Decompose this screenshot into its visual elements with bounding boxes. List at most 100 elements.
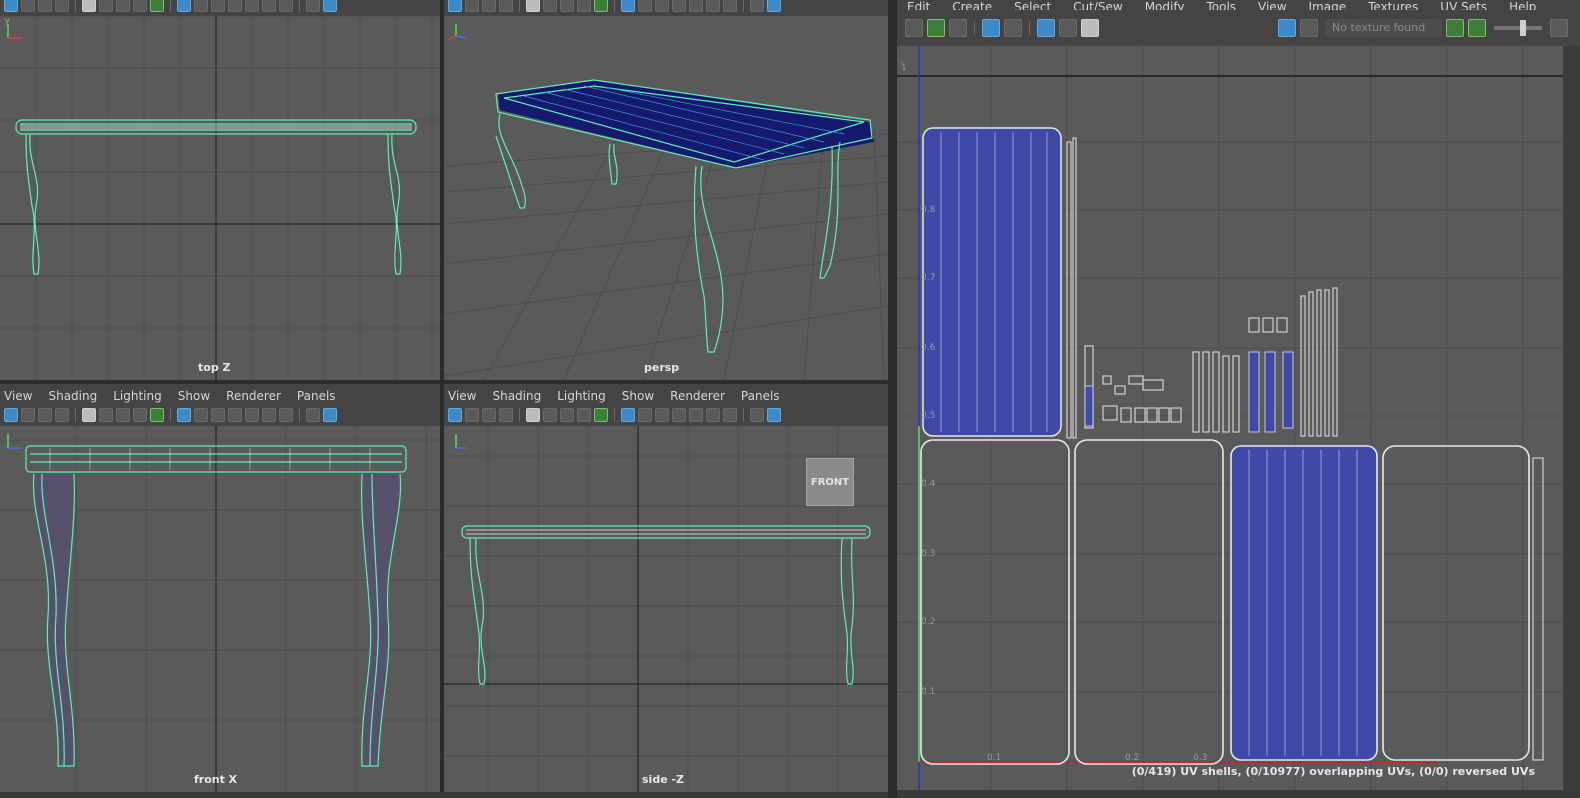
paint-select-icon[interactable] bbox=[482, 0, 496, 12]
pencil-icon[interactable] bbox=[150, 0, 164, 12]
field-chart-icon[interactable] bbox=[245, 0, 259, 12]
grid-icon[interactable] bbox=[621, 408, 635, 422]
menu-view[interactable]: View bbox=[4, 389, 32, 403]
uv-image-display-icon[interactable] bbox=[1278, 19, 1296, 37]
move-icon[interactable] bbox=[499, 408, 513, 422]
uv-checkered-icon[interactable] bbox=[1300, 19, 1318, 37]
gate-mask-icon[interactable] bbox=[228, 0, 242, 12]
wireframe-icon[interactable] bbox=[750, 408, 764, 422]
camera-icon[interactable] bbox=[82, 0, 96, 12]
gate-mask-icon[interactable] bbox=[228, 408, 242, 422]
lasso-icon[interactable] bbox=[21, 408, 35, 422]
safe-action-icon[interactable] bbox=[706, 0, 720, 12]
safe-action-icon[interactable] bbox=[262, 0, 276, 12]
menu-panels[interactable]: Panels bbox=[297, 389, 336, 403]
bookmark-icon[interactable] bbox=[560, 0, 574, 12]
uv-pixel-snap-icon[interactable] bbox=[1037, 19, 1055, 37]
bookmark-icon[interactable] bbox=[560, 408, 574, 422]
uv-expand-icon[interactable] bbox=[1550, 19, 1568, 37]
menu-shading[interactable]: Shading bbox=[48, 389, 97, 403]
safe-action-icon[interactable] bbox=[706, 408, 720, 422]
lasso-icon[interactable] bbox=[465, 408, 479, 422]
safe-action-icon[interactable] bbox=[262, 408, 276, 422]
shaded-icon[interactable] bbox=[767, 408, 781, 422]
menu-shading[interactable]: Shading bbox=[492, 389, 541, 403]
camera-attr-icon[interactable] bbox=[543, 408, 557, 422]
safe-title-icon[interactable] bbox=[279, 408, 293, 422]
bookmark-icon[interactable] bbox=[116, 0, 130, 12]
uv-editor-scrollbar[interactable] bbox=[1563, 46, 1580, 790]
pencil-icon[interactable] bbox=[150, 408, 164, 422]
viewport-front[interactable]: front X bbox=[0, 426, 440, 792]
editor-splitter[interactable] bbox=[888, 0, 897, 798]
uv-distortion-icon[interactable] bbox=[949, 19, 967, 37]
menu-view[interactable]: View bbox=[448, 389, 476, 403]
menu-lighting[interactable]: Lighting bbox=[113, 389, 162, 403]
viewport-side[interactable]: FRONT side -Z bbox=[444, 426, 888, 792]
uv-brightness-slider[interactable] bbox=[1494, 20, 1542, 36]
shaded-icon[interactable] bbox=[323, 408, 337, 422]
menu-panels[interactable]: Panels bbox=[741, 389, 780, 403]
select-icon[interactable] bbox=[4, 0, 18, 12]
image-plane-icon[interactable] bbox=[133, 0, 147, 12]
menu-renderer[interactable]: Renderer bbox=[670, 389, 725, 403]
uv-grid-icon[interactable] bbox=[905, 19, 923, 37]
grid-icon[interactable] bbox=[177, 408, 191, 422]
paint-select-icon[interactable] bbox=[38, 0, 52, 12]
lasso-icon[interactable] bbox=[465, 0, 479, 12]
menu-show[interactable]: Show bbox=[622, 389, 654, 403]
uv-editor-canvas[interactable]: 1 0.8 0.7 0.6 0.5 0.4 0.3 0.2 0.1 0.1 0.… bbox=[897, 46, 1563, 790]
viewport-top[interactable]: y top Z bbox=[0, 16, 440, 380]
lasso-icon[interactable] bbox=[21, 0, 35, 12]
safe-title-icon[interactable] bbox=[723, 0, 737, 12]
menu-renderer[interactable]: Renderer bbox=[226, 389, 281, 403]
resolution-gate-icon[interactable] bbox=[655, 408, 669, 422]
film-gate-icon[interactable] bbox=[194, 408, 208, 422]
field-chart-icon[interactable] bbox=[689, 408, 703, 422]
field-chart-icon[interactable] bbox=[245, 408, 259, 422]
wireframe-icon[interactable] bbox=[306, 0, 320, 12]
paint-select-icon[interactable] bbox=[482, 408, 496, 422]
wireframe-icon[interactable] bbox=[750, 0, 764, 12]
grid-icon[interactable] bbox=[621, 0, 635, 12]
grid-icon[interactable] bbox=[177, 0, 191, 12]
bookmark-icon[interactable] bbox=[116, 408, 130, 422]
move-icon[interactable] bbox=[55, 0, 69, 12]
shaded-icon[interactable] bbox=[323, 0, 337, 12]
pencil-icon[interactable] bbox=[594, 0, 608, 12]
field-chart-icon[interactable] bbox=[689, 0, 703, 12]
select-icon[interactable] bbox=[4, 408, 18, 422]
resolution-gate-icon[interactable] bbox=[655, 0, 669, 12]
viewcube[interactable]: FRONT bbox=[806, 458, 854, 506]
gate-mask-icon[interactable] bbox=[672, 0, 686, 12]
camera-attr-icon[interactable] bbox=[99, 408, 113, 422]
film-gate-icon[interactable] bbox=[638, 0, 652, 12]
image-plane-icon[interactable] bbox=[577, 408, 591, 422]
uv-checker-icon[interactable] bbox=[1004, 19, 1022, 37]
uv-refresh-icon[interactable] bbox=[1446, 19, 1464, 37]
uv-snapshot-icon[interactable] bbox=[1081, 19, 1099, 37]
menu-show[interactable]: Show bbox=[178, 389, 210, 403]
move-icon[interactable] bbox=[499, 0, 513, 12]
camera-icon[interactable] bbox=[82, 408, 96, 422]
camera-attr-icon[interactable] bbox=[543, 0, 557, 12]
move-icon[interactable] bbox=[55, 408, 69, 422]
uv-isolate-icon[interactable] bbox=[1059, 19, 1077, 37]
menu-lighting[interactable]: Lighting bbox=[557, 389, 606, 403]
viewport-persp[interactable]: persp bbox=[444, 16, 888, 380]
wireframe-icon[interactable] bbox=[306, 408, 320, 422]
safe-title-icon[interactable] bbox=[723, 408, 737, 422]
pencil-icon[interactable] bbox=[594, 408, 608, 422]
resolution-gate-icon[interactable] bbox=[211, 408, 225, 422]
image-plane-icon[interactable] bbox=[577, 0, 591, 12]
film-gate-icon[interactable] bbox=[638, 408, 652, 422]
texture-selector[interactable]: No texture found bbox=[1326, 19, 1442, 37]
image-plane-icon[interactable] bbox=[133, 408, 147, 422]
camera-icon[interactable] bbox=[526, 0, 540, 12]
resolution-gate-icon[interactable] bbox=[211, 0, 225, 12]
uv-image-icon[interactable] bbox=[1468, 19, 1486, 37]
camera-icon[interactable] bbox=[526, 408, 540, 422]
shaded-icon[interactable] bbox=[767, 0, 781, 12]
select-icon[interactable] bbox=[448, 0, 462, 12]
camera-attr-icon[interactable] bbox=[99, 0, 113, 12]
